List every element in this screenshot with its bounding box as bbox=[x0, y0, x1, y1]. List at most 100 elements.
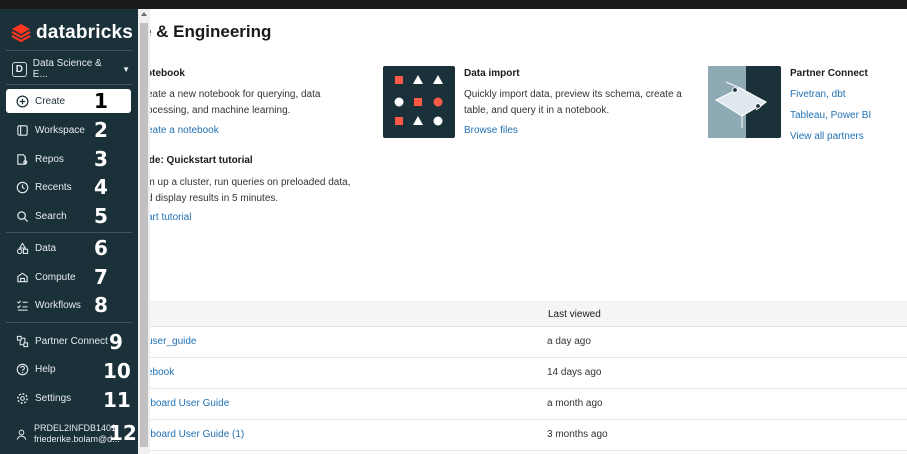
search-icon bbox=[15, 209, 29, 223]
data-import-illustration bbox=[383, 66, 455, 138]
databricks-logo-icon bbox=[11, 24, 31, 43]
annotation-number: 6 bbox=[94, 236, 108, 260]
user-icon bbox=[15, 427, 28, 441]
persona-switcher[interactable]: D Data Science & E... ▼ bbox=[12, 58, 130, 80]
scrollbar-thumb[interactable] bbox=[140, 23, 148, 447]
sidebar-item-data[interactable]: Data 6 bbox=[6, 236, 131, 260]
sidebar-divider bbox=[6, 322, 132, 323]
annotation-number: 3 bbox=[94, 147, 108, 171]
annotation-number: 4 bbox=[94, 175, 108, 199]
partner-network-icon bbox=[708, 66, 768, 138]
row-last-viewed: 3 months ago bbox=[547, 429, 608, 440]
guide-card-description: in up a cluster, run queries on preloade… bbox=[150, 175, 350, 207]
annotation-number: 2 bbox=[94, 118, 108, 142]
table-row[interactable]: rboard User Guide a month ago bbox=[150, 389, 907, 420]
create-notebook-link[interactable]: eate a notebook bbox=[150, 125, 219, 136]
data-import-title: Data import bbox=[464, 68, 520, 79]
sidebar-item-help[interactable]: Help 10 bbox=[6, 357, 131, 383]
sidebar-item-label: Compute bbox=[35, 271, 76, 283]
sidebar-item-label: Help bbox=[35, 363, 56, 375]
help-icon bbox=[15, 362, 29, 376]
recents-table-header: Last viewed bbox=[150, 301, 907, 327]
sidebar-item-recents[interactable]: Recents 4 bbox=[6, 175, 131, 199]
row-last-viewed: a day ago bbox=[547, 336, 591, 347]
guide-desc-line: in up a cluster, run queries on preloade… bbox=[150, 177, 351, 188]
annotation-number: 8 bbox=[94, 293, 108, 317]
sidebar-item-create[interactable]: Create 1 bbox=[6, 89, 131, 113]
table-row[interactable]: user_guide a day ago bbox=[150, 327, 907, 358]
caret-down-icon: ▼ bbox=[122, 64, 130, 74]
column-header-last-viewed[interactable]: Last viewed bbox=[548, 309, 601, 320]
repos-icon bbox=[15, 152, 29, 166]
row-name-link[interactable]: ebook bbox=[150, 367, 174, 378]
persona-label: Data Science & E... bbox=[32, 58, 102, 80]
notebook-card-description: eate a new notebook for querying, data o… bbox=[150, 87, 320, 119]
notebook-desc-line: eate a new notebook for querying, data bbox=[150, 89, 321, 100]
start-tutorial-link[interactable]: art tutorial bbox=[150, 212, 191, 223]
data-import-description: Quickly import data, preview its schema,… bbox=[464, 87, 682, 119]
sidebar-item-user[interactable]: PRDEL2INFDB1401 friederike.bolam@d... 12 bbox=[6, 420, 137, 448]
databricks-logo[interactable]: databricks bbox=[11, 21, 133, 45]
table-row[interactable]: ebook 14 days ago bbox=[150, 358, 907, 389]
import-desc-line: table, and query it in a notebook. bbox=[464, 105, 610, 116]
guide-card-title: ide: Quickstart tutorial bbox=[150, 155, 253, 166]
sidebar-item-workspace[interactable]: Workspace 2 bbox=[6, 118, 131, 142]
page-title: e & Engineering bbox=[150, 22, 272, 41]
import-desc-line: Quickly import data, preview its schema,… bbox=[464, 89, 682, 100]
notebook-card-title: otebook bbox=[150, 68, 185, 79]
scroll-up-arrow-icon[interactable] bbox=[141, 12, 147, 16]
sidebar-divider bbox=[6, 84, 132, 85]
sidebar-item-label: Search bbox=[35, 210, 67, 222]
sidebar-item-label: Partner Connect bbox=[35, 335, 108, 347]
workspace-icon bbox=[15, 123, 29, 137]
sidebar-scrollbar[interactable] bbox=[138, 9, 150, 454]
main-content: e & Engineering otebook eate a new noteb… bbox=[150, 9, 907, 454]
annotation-number: 7 bbox=[94, 265, 108, 289]
annotation-number: 1 bbox=[94, 89, 108, 113]
annotation-number: 9 bbox=[109, 330, 123, 354]
partner-connect-title: Partner Connect bbox=[790, 68, 868, 79]
sidebar-item-settings[interactable]: Settings 11 bbox=[6, 386, 131, 412]
sidebar-item-label: Workspace bbox=[35, 124, 85, 136]
data-icon bbox=[15, 241, 29, 255]
sidebar-item-label: Recents bbox=[35, 181, 72, 193]
workflows-icon bbox=[15, 298, 29, 312]
sidebar-item-label: Workflows bbox=[35, 299, 81, 311]
annotation-number: 11 bbox=[103, 388, 131, 412]
sidebar-item-label: Create bbox=[35, 95, 66, 107]
sidebar-item-repos[interactable]: Repos 3 bbox=[6, 147, 131, 171]
partner-connect-icon bbox=[15, 334, 29, 348]
sidebar-divider bbox=[6, 232, 132, 233]
partner-link-fivetran-dbt[interactable]: Fivetran, dbt bbox=[790, 89, 846, 100]
sidebar-item-compute[interactable]: Compute 7 bbox=[6, 265, 131, 289]
sidebar-item-search[interactable]: Search 5 bbox=[6, 204, 131, 228]
row-name-link[interactable]: rboard User Guide (1) bbox=[150, 429, 244, 440]
annotation-number: 5 bbox=[94, 204, 108, 228]
table-row[interactable]: rboard User Guide (1) 3 months ago bbox=[150, 420, 907, 451]
annotation-number: 10 bbox=[103, 359, 131, 383]
compute-icon bbox=[15, 270, 29, 284]
browse-files-link[interactable]: Browse files bbox=[464, 125, 518, 136]
guide-desc-line: d display results in 5 minutes. bbox=[150, 193, 279, 204]
row-last-viewed: 14 days ago bbox=[547, 367, 602, 378]
shapes-icon bbox=[394, 75, 443, 126]
row-last-viewed: a month ago bbox=[547, 398, 603, 409]
brand-name: databricks bbox=[36, 22, 134, 43]
plus-circle-icon bbox=[15, 94, 29, 108]
sidebar-item-label: Repos bbox=[35, 153, 64, 165]
clock-icon bbox=[15, 180, 29, 194]
row-name-link[interactable]: user_guide bbox=[150, 336, 196, 347]
sidebar-item-partner-connect[interactable]: Partner Connect 9 bbox=[6, 329, 131, 354]
window-top-bar bbox=[0, 0, 907, 9]
view-all-partners-link[interactable]: View all partners bbox=[790, 131, 864, 142]
sidebar-item-label: Data bbox=[35, 242, 57, 254]
row-name-link[interactable]: rboard User Guide bbox=[150, 398, 229, 409]
partner-connect-illustration bbox=[708, 66, 781, 138]
partner-link-tableau-powerbi[interactable]: Tableau, Power BI bbox=[790, 110, 871, 121]
persona-badge: D bbox=[12, 61, 27, 77]
annotation-number: 12 bbox=[109, 421, 137, 445]
sidebar: databricks D Data Science & E... ▼ Creat… bbox=[0, 9, 138, 454]
sidebar-item-label: Settings bbox=[35, 392, 72, 404]
sidebar-divider bbox=[6, 50, 132, 51]
sidebar-item-workflows[interactable]: Workflows 8 bbox=[6, 293, 131, 317]
